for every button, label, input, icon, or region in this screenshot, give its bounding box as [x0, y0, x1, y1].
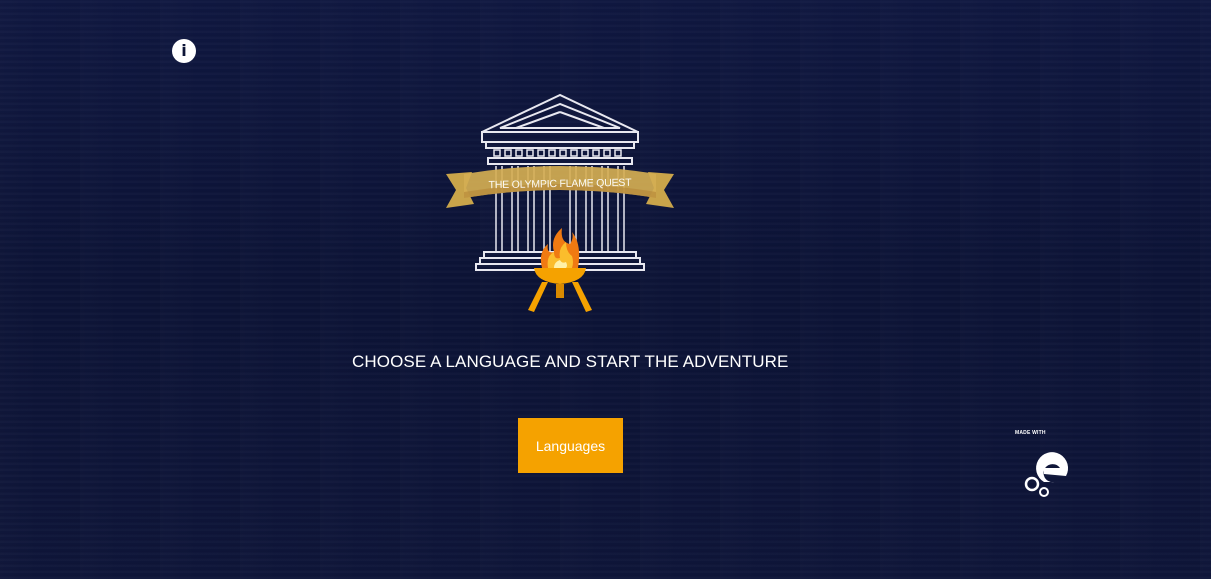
- languages-button[interactable]: Languages: [518, 418, 623, 473]
- made-with-label: MADE WITH: [1015, 430, 1046, 436]
- info-button[interactable]: i: [172, 39, 196, 63]
- tagline: CHOOSE A LANGUAGE AND START THE ADVENTUR…: [352, 352, 789, 371]
- olympic-flame-quest-logo: THE OLYMPIC FLAME QUEST: [442, 92, 678, 314]
- start-screen: i THE OLYMPIC FLAME QUEST CHOOSE A LANGU…: [0, 0, 1211, 579]
- made-with-badge[interactable]: MADE WITH: [1010, 428, 1080, 500]
- genially-logo-icon: [1024, 452, 1069, 497]
- info-icon: i: [181, 41, 187, 60]
- temple-flame-logo-icon: [446, 93, 674, 312]
